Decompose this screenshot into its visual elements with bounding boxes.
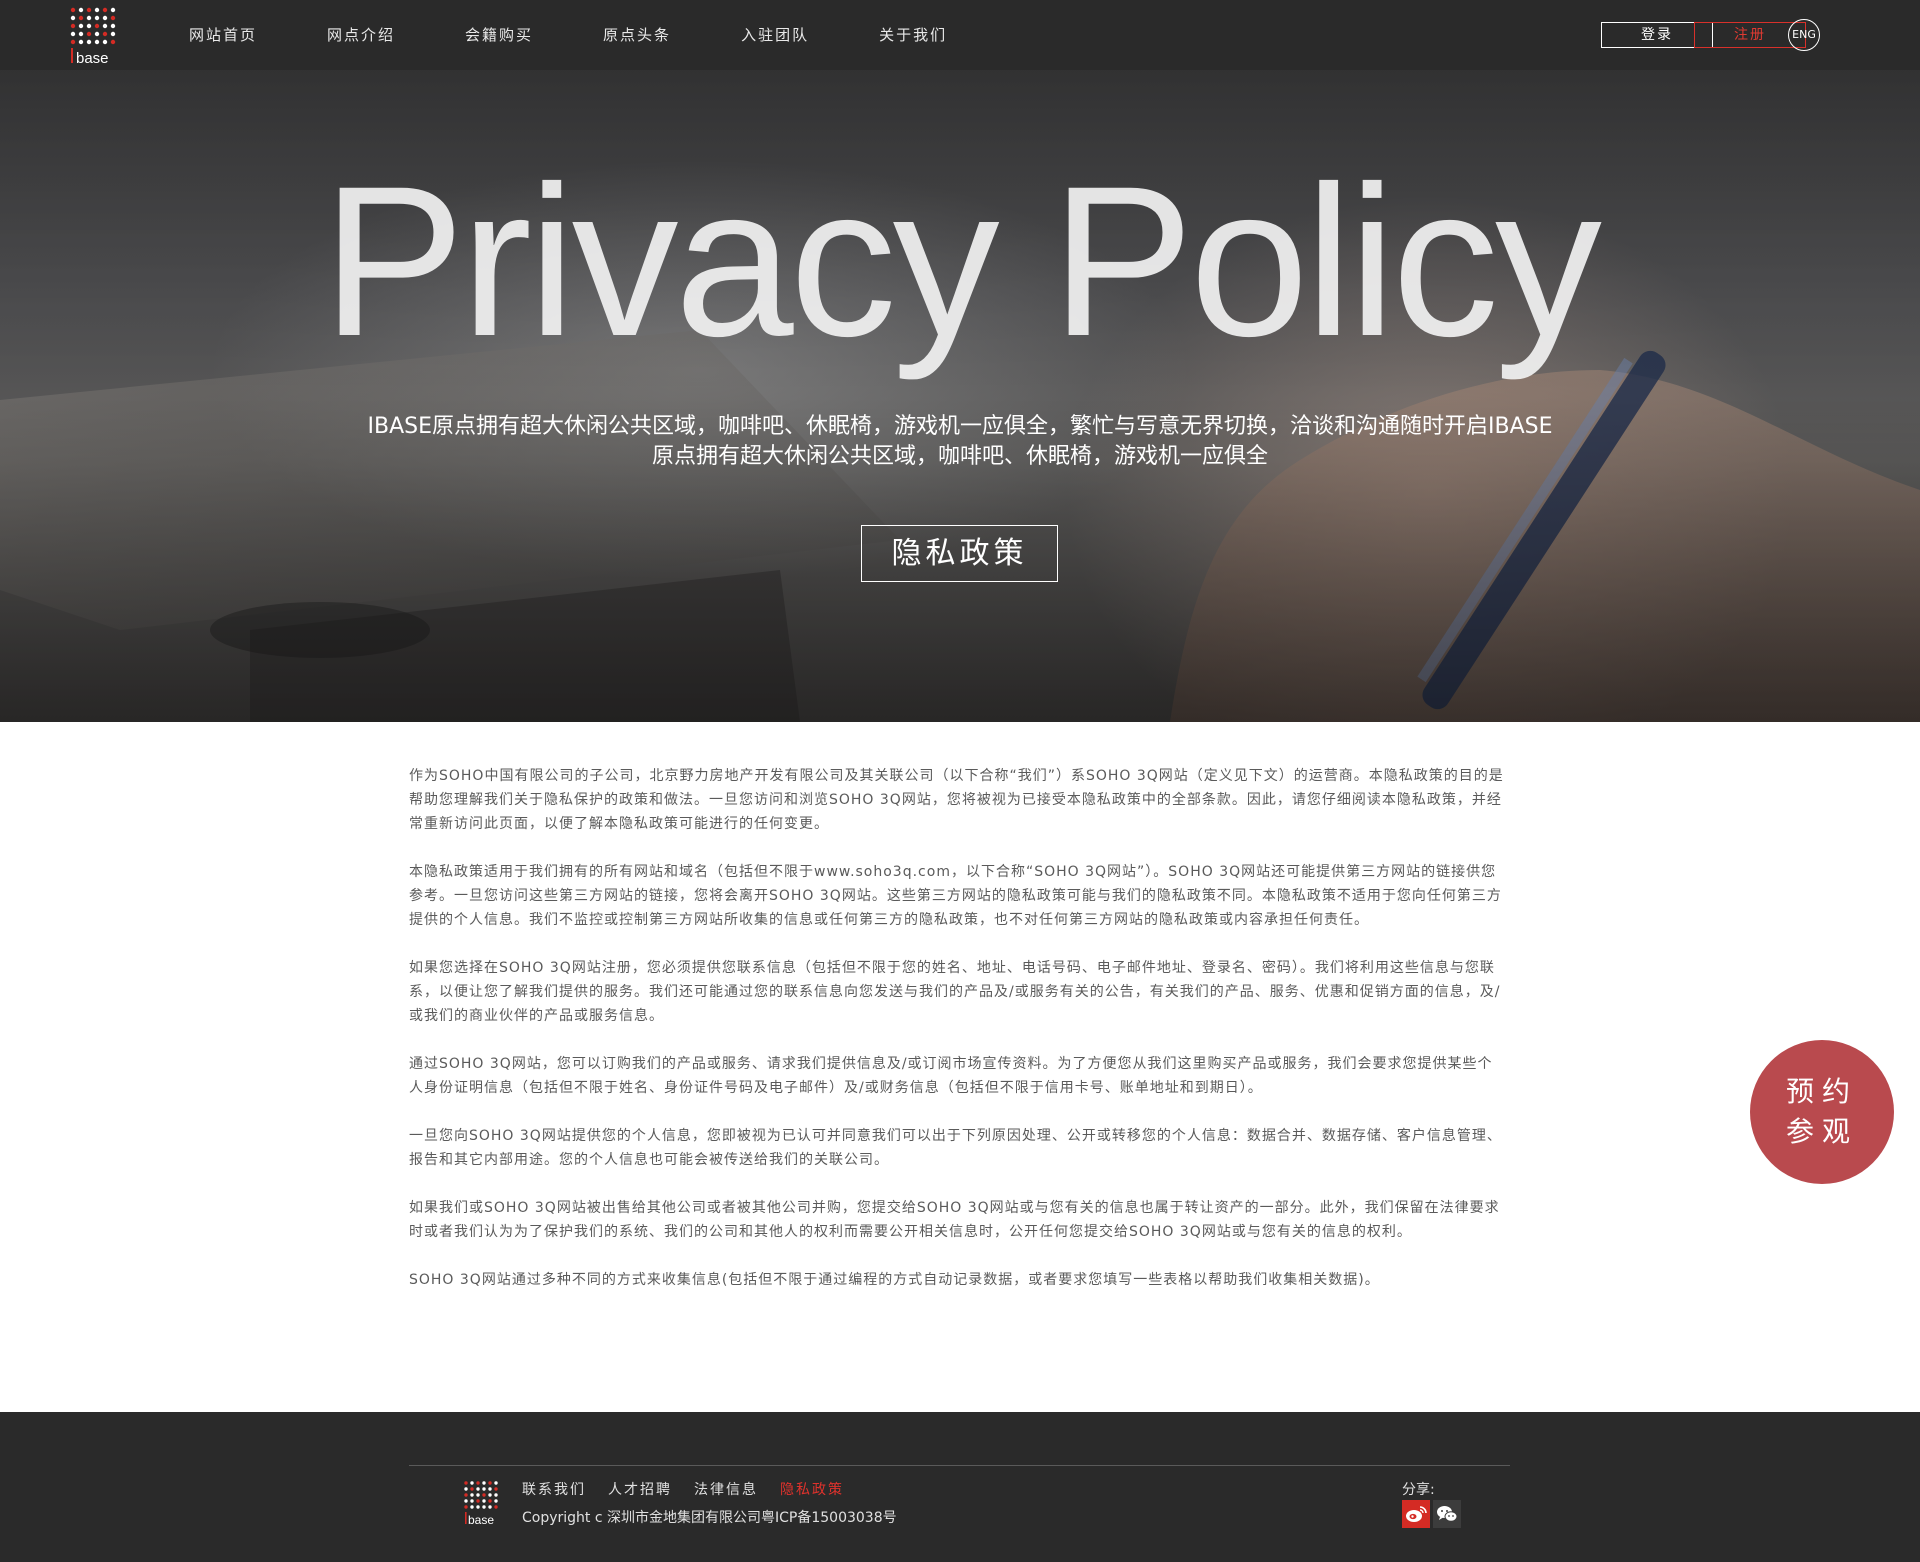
hero-subtitle: IBASE原点拥有超大休闲公共区域，咖啡吧、休眠椅，游戏机一应俱全，繁忙与写意无… — [360, 412, 1560, 472]
nav-item-locations[interactable]: 网点介绍 — [327, 0, 395, 70]
header: base 网站首页 网点介绍 会籍购买 原点头条 入驻团队 关于我们 登录 注册… — [0, 0, 1920, 70]
hero-subtitle-line1: IBASE原点拥有超大休闲公共区域，咖啡吧、休眠椅，游戏机一应俱全，繁忙与写意无… — [367, 414, 1553, 439]
svg-text:base: base — [76, 50, 109, 66]
book-visit-line2: 参观 — [1785, 1115, 1858, 1148]
footer-links: 联系我们 人才招聘 法律信息 隐私政策 — [522, 1480, 866, 1500]
nav-item-home[interactable]: 网站首页 — [189, 0, 257, 70]
svg-text:base: base — [468, 1513, 494, 1526]
weibo-icon[interactable] — [1402, 1500, 1430, 1528]
nav-item-about[interactable]: 关于我们 — [879, 0, 947, 70]
policy-paragraph: 如果您选择在SOHO 3Q网站注册，您必须提供您联系信息（包括但不限于您的姓名、… — [409, 960, 1501, 1024]
footer-link-legal[interactable]: 法律信息 — [694, 1480, 758, 1500]
policy-paragraph: 本隐私政策适用于我们拥有的所有网站和域名（包括但不限于www.soho3q.co… — [409, 864, 1502, 928]
book-visit-line1: 预约 — [1785, 1075, 1858, 1108]
book-visit-button[interactable]: 预约 参观 — [1750, 1040, 1894, 1184]
hero-subtitle-line2: 原点拥有超大休闲公共区域，咖啡吧、休眠椅，游戏机一应俱全 — [651, 444, 1268, 469]
policy-paragraph: 一旦您向SOHO 3Q网站提供您的个人信息，您即被视为已认可并同意我们可以出于下… — [409, 1128, 1502, 1168]
nav-item-membership[interactable]: 会籍购买 — [465, 0, 533, 70]
ibase-logo[interactable]: base — [69, 6, 117, 66]
policy-paragraph: 通过SOHO 3Q网站，您可以订购我们的产品或服务、请求我们提供信息及/或订阅市… — [409, 1056, 1493, 1096]
share-icons — [1402, 1500, 1464, 1528]
footer-ibase-logo[interactable]: base — [463, 1480, 499, 1527]
nav-item-teams[interactable]: 入驻团队 — [741, 0, 809, 70]
footer-link-careers[interactable]: 人才招聘 — [608, 1480, 672, 1500]
language-toggle[interactable]: ENG — [1788, 19, 1820, 51]
hero-banner: Privacy Policy IBASE原点拥有超大休闲公共区域，咖啡吧、休眠椅… — [0, 70, 1920, 722]
policy-paragraph: 作为SOHO中国有限公司的子公司，北京野力房地产开发有限公司及其关联公司（以下合… — [409, 768, 1504, 832]
policy-paragraph: 如果我们或SOHO 3Q网站被出售给其他公司或者被其他公司并购，您提交给SOHO… — [409, 1200, 1500, 1240]
share-label: 分享: — [1402, 1482, 1435, 1498]
policy-content: 作为SOHO中国有限公司的子公司，北京野力房地产开发有限公司及其关联公司（以下合… — [409, 764, 1507, 1316]
copyright-text: Copyright c 深圳市金地集团有限公司粤ICP备15003038号 — [522, 1510, 897, 1526]
privacy-policy-button[interactable]: 隐私政策 — [861, 525, 1058, 582]
footer-link-privacy[interactable]: 隐私政策 — [780, 1480, 844, 1500]
policy-paragraph: SOHO 3Q网站通过多种不同的方式来收集信息(包括但不限于通过编程的方式自动记… — [409, 1272, 1380, 1288]
footer: base 联系我们 人才招聘 法律信息 隐私政策 Copyright c 深圳市… — [0, 1412, 1920, 1562]
hero-title: Privacy Policy — [322, 142, 1602, 381]
nav-item-news[interactable]: 原点头条 — [603, 0, 671, 70]
main-nav: 网站首页 网点介绍 会籍购买 原点头条 入驻团队 关于我们 — [189, 0, 1017, 70]
footer-divider — [409, 1465, 1510, 1466]
footer-link-contact[interactable]: 联系我们 — [522, 1480, 586, 1500]
wechat-icon[interactable] — [1433, 1500, 1461, 1528]
